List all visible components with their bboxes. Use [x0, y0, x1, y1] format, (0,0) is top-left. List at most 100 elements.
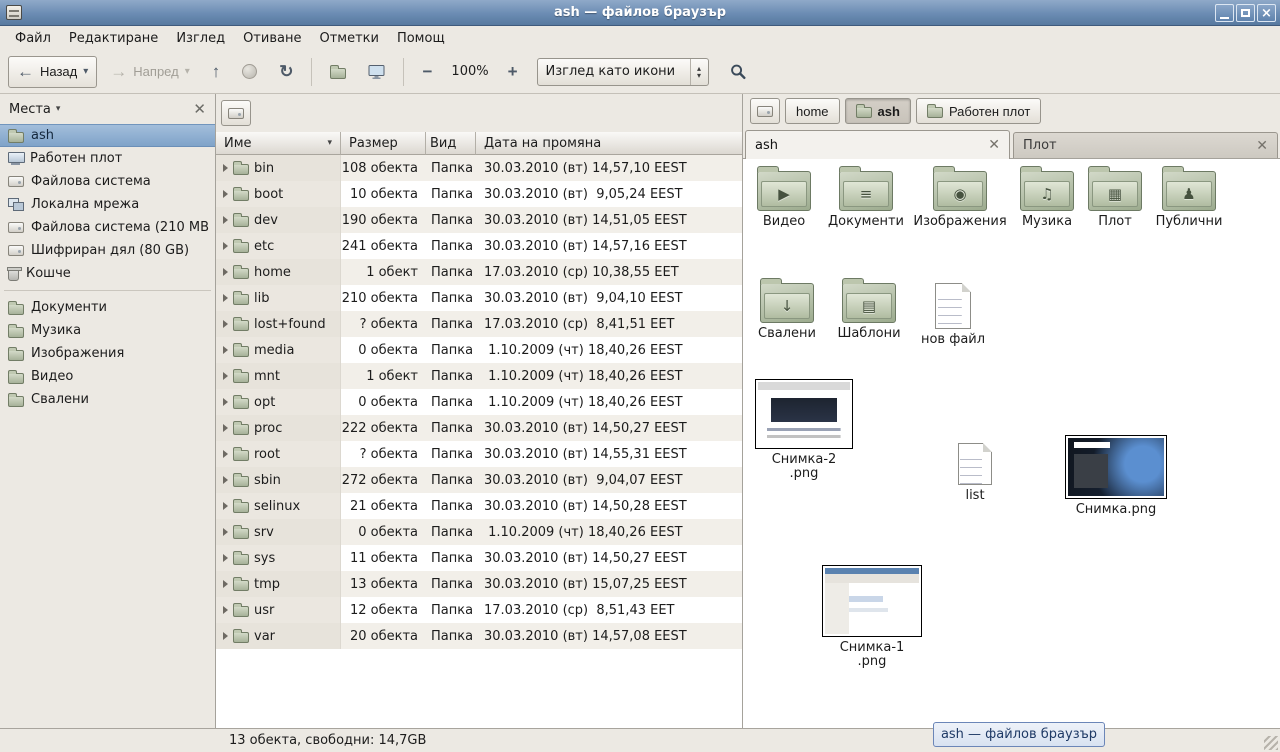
sidebar-item[interactable]: Видео	[0, 365, 215, 388]
icon-view[interactable]: ▶Видео≡Документи◉Изображения♫Музика▦Плот…	[743, 158, 1280, 728]
icon-view-item[interactable]: Снимка-1.png	[818, 565, 926, 669]
expander-icon[interactable]	[223, 554, 228, 562]
table-row[interactable]: sys11 обектаПапка30.03.2010 (вт) 14,50,2…	[216, 545, 742, 571]
expander-icon[interactable]	[223, 294, 228, 302]
sidebar-mode-chevron-icon[interactable]: ▾	[56, 104, 61, 114]
table-row[interactable]: etc241 обектаПапка30.03.2010 (вт) 14,57,…	[216, 233, 742, 259]
expander-icon[interactable]	[223, 398, 228, 406]
sidebar-item[interactable]: Работен плот	[0, 147, 215, 170]
stop-button[interactable]	[233, 56, 266, 88]
table-row[interactable]: boot10 обектаПапка30.03.2010 (вт) 9,05,2…	[216, 181, 742, 207]
table-row[interactable]: tmp13 обектаПапка30.03.2010 (вт) 15,07,2…	[216, 571, 742, 597]
close-button[interactable]: ×	[1257, 4, 1276, 22]
menubar-item[interactable]: Отиване	[234, 29, 310, 48]
menubar-item[interactable]: Изглед	[167, 29, 234, 48]
expander-icon[interactable]	[223, 320, 228, 328]
expander-icon[interactable]	[223, 242, 228, 250]
expander-icon[interactable]	[223, 450, 228, 458]
expander-icon[interactable]	[223, 476, 228, 484]
menubar-item[interactable]: Помощ	[388, 29, 454, 48]
expander-icon[interactable]	[223, 268, 228, 276]
tab-close-icon[interactable]: ✕	[1256, 139, 1268, 153]
icon-view-item[interactable]: ♟Публични	[1146, 171, 1232, 229]
icon-view-item[interactable]: ↓Свалени	[746, 283, 828, 341]
sidebar-item[interactable]: Файлова система	[0, 170, 215, 193]
table-row[interactable]: usr12 обектаПапка17.03.2010 (ср) 8,51,43…	[216, 597, 742, 623]
column-header-name[interactable]: Име ▾	[216, 132, 341, 155]
sidebar-item[interactable]: Файлова система (210 MB)	[0, 216, 215, 239]
tab[interactable]: ash✕	[745, 130, 1010, 159]
table-row[interactable]: sbin272 обектаПапка30.03.2010 (вт) 9,04,…	[216, 467, 742, 493]
up-button[interactable]: ↑	[203, 56, 230, 88]
table-row[interactable]: root? обектаПапка30.03.2010 (вт) 14,55,3…	[216, 441, 742, 467]
sidebar-item[interactable]: Свалени	[0, 388, 215, 411]
table-row[interactable]: media0 обектаПапка 1.10.2009 (чт) 18,40,…	[216, 337, 742, 363]
sidebar-item[interactable]: Документи	[0, 296, 215, 319]
root-location-button[interactable]	[221, 100, 251, 126]
home-button[interactable]	[321, 56, 355, 88]
tab[interactable]: Плот✕	[1013, 132, 1278, 158]
icon-view-item[interactable]: нов файл	[910, 283, 996, 347]
menubar-item[interactable]: Отметки	[310, 29, 387, 48]
pathbar-button[interactable]: Работен плот	[916, 98, 1041, 124]
expander-icon[interactable]	[223, 164, 228, 172]
icon-view-item[interactable]: ♫Музика	[1008, 171, 1086, 229]
column-header-modified[interactable]: Дата на промяна	[476, 132, 742, 155]
taskbar-window-button[interactable]: ash — файлов браузър	[933, 722, 1105, 747]
sidebar-item[interactable]: Шифриран дял (80 GB)	[0, 239, 215, 262]
pathbar-button[interactable]: home	[785, 98, 840, 124]
reload-button[interactable]: ↻	[270, 56, 302, 88]
expander-icon[interactable]	[223, 424, 228, 432]
table-row[interactable]: dev190 обектаПапка30.03.2010 (вт) 14,51,…	[216, 207, 742, 233]
menubar-item[interactable]: Редактиране	[60, 29, 167, 48]
forward-button[interactable]: → Напред ▾	[101, 56, 198, 88]
resize-grip[interactable]	[1264, 736, 1278, 750]
table-row[interactable]: opt0 обектаПапка 1.10.2009 (чт) 18,40,26…	[216, 389, 742, 415]
sidebar-item[interactable]: Локална мрежа	[0, 193, 215, 216]
table-row[interactable]: var20 обектаПапка30.03.2010 (вт) 14,57,0…	[216, 623, 742, 649]
table-row[interactable]: lost+found? обектаПапка17.03.2010 (ср) 8…	[216, 311, 742, 337]
sidebar-item[interactable]: Музика	[0, 319, 215, 342]
expander-icon[interactable]	[223, 528, 228, 536]
column-header-size[interactable]: Размер	[341, 132, 426, 155]
expander-icon[interactable]	[223, 606, 228, 614]
expander-icon[interactable]	[223, 632, 228, 640]
titlebar[interactable]: ash — файлов браузър ×	[0, 0, 1280, 26]
icon-view-item[interactable]: Снимка-2.png	[752, 379, 856, 481]
icon-view-item[interactable]: ▦Плот	[1082, 171, 1148, 229]
expander-icon[interactable]	[223, 580, 228, 588]
sidebar-item[interactable]: ash	[0, 124, 215, 147]
expander-icon[interactable]	[223, 346, 228, 354]
back-button[interactable]: ← Назад ▾	[8, 56, 97, 88]
view-mode-select[interactable]: Изглед като икони ▴▾	[537, 58, 709, 86]
computer-button[interactable]	[359, 56, 394, 88]
expander-icon[interactable]	[223, 372, 228, 380]
sidebar-item[interactable]: Изображения	[0, 342, 215, 365]
table-row[interactable]: srv0 обектаПапка 1.10.2009 (чт) 18,40,26…	[216, 519, 742, 545]
table-row[interactable]: lib210 обектаПапка30.03.2010 (вт) 9,04,1…	[216, 285, 742, 311]
maximize-button[interactable]	[1236, 4, 1255, 22]
menubar-item[interactable]: Файл	[6, 29, 60, 48]
column-header-type[interactable]: Вид	[426, 132, 476, 155]
icon-view-item[interactable]: ≡Документи	[822, 171, 910, 229]
table-row[interactable]: bin108 обектаПапка30.03.2010 (вт) 14,57,…	[216, 155, 742, 181]
icon-view-item[interactable]: ◉Изображения	[912, 171, 1008, 229]
table-row[interactable]: proc222 обектаПапка30.03.2010 (вт) 14,50…	[216, 415, 742, 441]
expander-icon[interactable]	[223, 216, 228, 224]
table-row[interactable]: home1 обектПапка17.03.2010 (ср) 10,38,55…	[216, 259, 742, 285]
search-button[interactable]	[721, 56, 755, 88]
minimize-button[interactable]	[1215, 4, 1234, 22]
expander-icon[interactable]	[223, 190, 228, 198]
zoom-out-button[interactable]: −	[413, 56, 441, 88]
icon-view-item[interactable]: Снимка.png	[1062, 435, 1170, 517]
icon-view-item[interactable]: list	[932, 443, 1018, 503]
tab-close-icon[interactable]: ✕	[988, 138, 1000, 152]
table-row[interactable]: mnt1 обектПапка 1.10.2009 (чт) 18,40,26 …	[216, 363, 742, 389]
sidebar-item[interactable]: Кошче	[0, 262, 215, 285]
zoom-in-button[interactable]: +	[499, 56, 527, 88]
pathbar-root-button[interactable]	[750, 98, 780, 124]
expander-icon[interactable]	[223, 502, 228, 510]
icon-view-item[interactable]: ▤Шаблони	[828, 283, 910, 341]
table-row[interactable]: selinux21 обектаПапка30.03.2010 (вт) 14,…	[216, 493, 742, 519]
pathbar-button[interactable]: ash	[845, 98, 911, 124]
